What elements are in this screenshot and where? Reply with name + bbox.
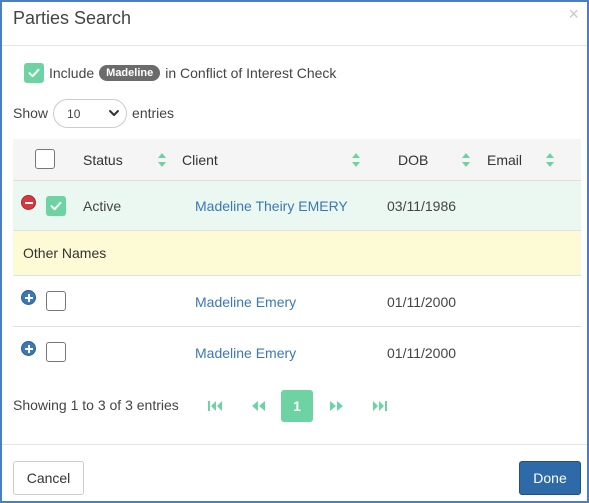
next-page-icon[interactable]	[329, 398, 345, 414]
sort-email-icon[interactable]	[546, 153, 554, 167]
column-header-status[interactable]: Status	[83, 152, 123, 168]
previous-page-icon[interactable]	[250, 398, 266, 414]
check-icon	[50, 201, 62, 211]
party-name-badge: Madeline	[99, 65, 161, 81]
last-page-icon[interactable]	[372, 398, 388, 414]
expand-row-button[interactable]	[21, 290, 36, 305]
column-header-email[interactable]: Email	[487, 152, 522, 168]
table-row: Madeline Emery 01/11/2000	[13, 327, 581, 378]
entries-per-page-select[interactable]: 10	[53, 98, 128, 128]
column-header-dob[interactable]: DOB	[398, 152, 428, 168]
table-row: Active Madeline Theiry EMERY 03/11/1986	[13, 181, 581, 231]
expand-row-button[interactable]	[21, 341, 36, 356]
sort-status-icon[interactable]	[158, 153, 166, 167]
collapse-row-button[interactable]	[21, 195, 36, 210]
client-link[interactable]: Madeline Theiry EMERY	[195, 198, 348, 214]
table-row: Madeline Emery 01/11/2000	[13, 276, 581, 327]
done-button[interactable]: Done	[519, 461, 581, 495]
conflict-check-checkbox[interactable]	[24, 63, 44, 83]
footer-divider	[2, 444, 587, 445]
parties-table: Status Client DOB Email Active Madeline …	[13, 139, 581, 378]
row-checkbox[interactable]	[46, 196, 66, 216]
row-checkbox[interactable]	[46, 291, 66, 311]
conflict-check-row: Include Madeline in Conflict of Interest…	[24, 62, 336, 84]
plus-icon-vertical	[27, 293, 30, 302]
dialog-title: Parties Search	[13, 8, 132, 28]
dialog-header: Parties Search ×	[2, 2, 587, 46]
other-names-group-row: Other Names	[13, 231, 581, 276]
table-header-row: Status Client DOB Email	[13, 139, 581, 181]
conflict-check-prefix: Include	[49, 65, 95, 81]
cancel-button[interactable]: Cancel	[13, 461, 84, 495]
sort-dob-icon[interactable]	[462, 153, 470, 167]
minus-icon	[24, 201, 33, 204]
other-names-label: Other Names	[23, 245, 107, 261]
chevron-down-icon	[109, 109, 120, 116]
entries-label: entries	[132, 105, 175, 121]
length-menu: Show 10 entries	[13, 98, 174, 128]
check-icon	[28, 68, 40, 78]
plus-icon-vertical	[27, 344, 30, 353]
table-info: Showing 1 to 3 of 3 entries	[13, 397, 179, 413]
dob-cell: 01/11/2000	[387, 345, 457, 361]
dob-cell: 01/11/2000	[387, 294, 457, 310]
parties-search-dialog: Parties Search × Include Madeline in Con…	[0, 0, 589, 503]
sort-client-icon[interactable]	[352, 153, 360, 167]
status-cell: Active	[83, 198, 122, 214]
client-link[interactable]: Madeline Emery	[195, 294, 296, 310]
dob-cell: 03/11/1986	[387, 198, 457, 214]
select-all-checkbox[interactable]	[35, 149, 55, 169]
client-link[interactable]: Madeline Emery	[195, 345, 296, 361]
conflict-check-suffix: in Conflict of Interest Check	[165, 65, 337, 81]
column-header-client[interactable]: Client	[182, 152, 218, 168]
row-checkbox[interactable]	[46, 342, 66, 362]
entries-per-page-value: 10	[67, 106, 81, 121]
first-page-icon[interactable]	[207, 398, 223, 414]
show-label: Show	[13, 105, 49, 121]
close-icon[interactable]: ×	[568, 4, 579, 24]
page-1-button[interactable]: 1	[281, 390, 313, 422]
